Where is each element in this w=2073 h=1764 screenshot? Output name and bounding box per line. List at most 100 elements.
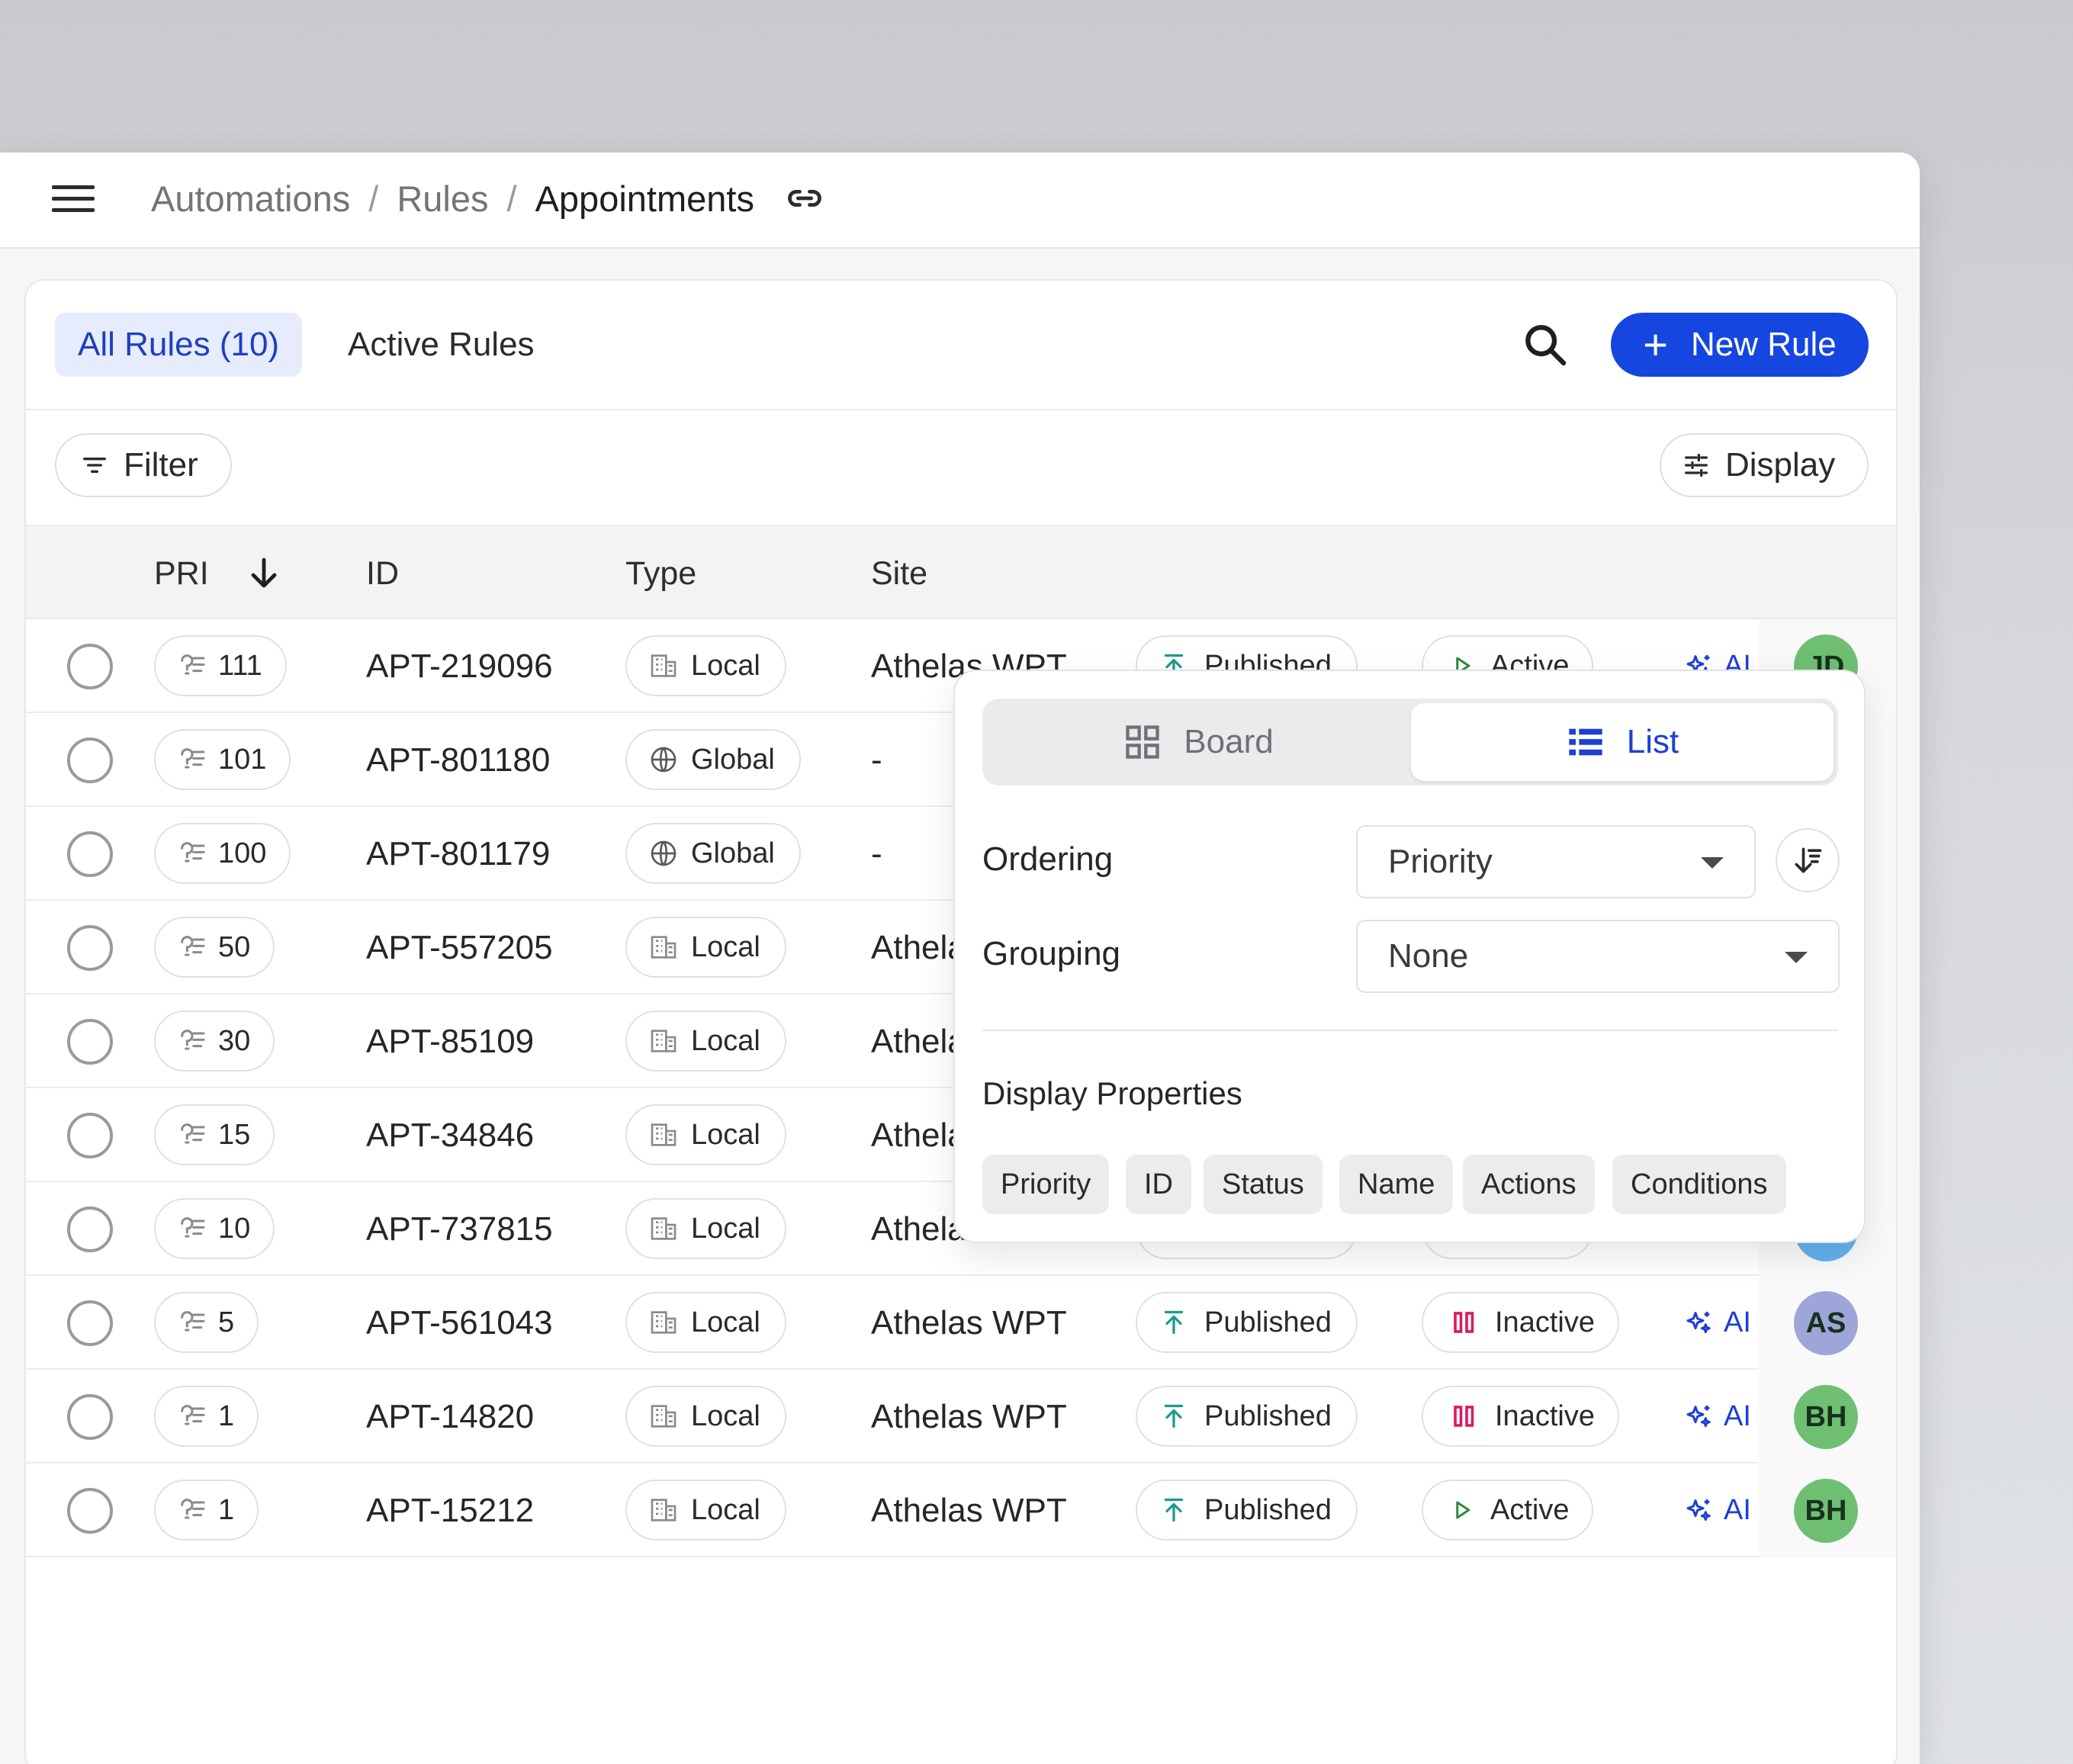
property-chip[interactable]: ID bbox=[1126, 1155, 1191, 1214]
header-site[interactable]: Site bbox=[871, 526, 927, 621]
tab-all-rules[interactable]: All Rules (10) bbox=[55, 313, 303, 377]
row-checkbox[interactable] bbox=[67, 1019, 113, 1065]
row-checkbox[interactable] bbox=[67, 1300, 113, 1346]
rule-id[interactable]: APT-737815 bbox=[366, 1182, 553, 1276]
ordering-select[interactable]: Priority bbox=[1356, 825, 1756, 898]
rule-id[interactable]: APT-219096 bbox=[366, 619, 553, 713]
grouping-value: None bbox=[1388, 937, 1469, 975]
priority-badge[interactable]: 101 bbox=[154, 729, 291, 790]
priority-badge[interactable]: 100 bbox=[154, 823, 291, 884]
type-label: Global bbox=[691, 837, 775, 869]
avatar[interactable]: BH bbox=[1794, 1479, 1858, 1543]
property-chip[interactable]: Conditions bbox=[1612, 1155, 1786, 1214]
breadcrumb-rules[interactable]: Rules bbox=[397, 178, 488, 220]
header-id[interactable]: ID bbox=[366, 526, 399, 621]
menu-icon[interactable] bbox=[52, 178, 95, 220]
property-chip[interactable]: Name bbox=[1339, 1155, 1454, 1214]
property-chip[interactable]: Status bbox=[1204, 1155, 1323, 1214]
rule-id[interactable]: APT-801179 bbox=[366, 807, 550, 901]
view-list-button[interactable]: List bbox=[1411, 703, 1834, 781]
table-row[interactable]: 5 APT-561043 Local Athelas WPT Published Inac… bbox=[26, 1276, 1896, 1370]
grouping-select[interactable]: None bbox=[1356, 920, 1840, 993]
tab-active-rules[interactable]: Active Rules bbox=[325, 313, 558, 377]
priority-badge[interactable]: 15 bbox=[154, 1104, 275, 1165]
priority-badge[interactable]: 30 bbox=[154, 1011, 275, 1072]
property-chip[interactable]: Priority bbox=[982, 1155, 1110, 1214]
rule-id[interactable]: APT-561043 bbox=[366, 1276, 553, 1370]
breadcrumb-current: Appointments bbox=[535, 178, 754, 219]
type-badge: Local bbox=[625, 917, 786, 978]
chevron-down-icon bbox=[1785, 952, 1808, 963]
header-type[interactable]: Type bbox=[625, 526, 696, 621]
ai-button[interactable]: AI bbox=[1684, 1276, 1751, 1370]
rule-id[interactable]: APT-85109 bbox=[366, 994, 534, 1088]
property-chip[interactable]: Actions bbox=[1463, 1155, 1595, 1214]
row-checkbox[interactable] bbox=[67, 1113, 113, 1158]
priority-badge[interactable]: 5 bbox=[154, 1292, 259, 1353]
row-checkbox[interactable] bbox=[67, 1394, 113, 1440]
table-row[interactable]: 1 APT-15212 Local Athelas WPT Published Activ… bbox=[26, 1464, 1896, 1557]
type-label: Local bbox=[691, 649, 760, 682]
priority-badge[interactable]: 1 bbox=[154, 1480, 259, 1541]
priority-badge[interactable]: 10 bbox=[154, 1198, 275, 1259]
sort-direction-button[interactable] bbox=[1776, 828, 1840, 892]
status-badge: Published bbox=[1136, 1480, 1358, 1541]
new-rule-button[interactable]: + New Rule bbox=[1611, 313, 1869, 377]
avatar[interactable]: AS bbox=[1794, 1291, 1858, 1355]
rule-id[interactable]: APT-34846 bbox=[366, 1088, 534, 1182]
search-icon[interactable] bbox=[1521, 320, 1570, 369]
row-checkbox[interactable] bbox=[67, 831, 113, 877]
app-window: Automations / Rules / Appointments All R… bbox=[0, 153, 1920, 1764]
grouping-label: Grouping bbox=[982, 935, 1121, 972]
rule-id[interactable]: APT-801180 bbox=[366, 713, 550, 807]
link-icon[interactable] bbox=[785, 178, 824, 218]
view-toggle: Board List bbox=[982, 699, 1838, 786]
state-badge[interactable]: Inactive bbox=[1422, 1386, 1619, 1447]
priority-icon bbox=[181, 1030, 205, 1050]
avatar[interactable]: BH bbox=[1794, 1385, 1858, 1449]
rule-id[interactable]: APT-15212 bbox=[366, 1464, 534, 1557]
state-badge[interactable]: Active bbox=[1422, 1480, 1594, 1541]
breadcrumb-separator: / bbox=[506, 178, 517, 219]
row-checkbox[interactable] bbox=[67, 1207, 113, 1252]
rule-id[interactable]: APT-14820 bbox=[366, 1370, 534, 1464]
display-button[interactable]: Display bbox=[1660, 433, 1869, 497]
table-row[interactable]: 1 APT-14820 Local Athelas WPT Published Inact… bbox=[26, 1370, 1896, 1464]
publish-icon bbox=[1164, 1404, 1184, 1428]
chevron-down-icon bbox=[1701, 857, 1724, 869]
priority-badge[interactable]: 111 bbox=[154, 635, 287, 696]
type-label: Local bbox=[691, 1212, 760, 1245]
row-checkbox[interactable] bbox=[67, 644, 113, 689]
priority-icon bbox=[181, 1217, 205, 1238]
priority-value: 111 bbox=[218, 649, 262, 682]
priority-value: 10 bbox=[218, 1212, 251, 1245]
row-checkbox[interactable] bbox=[67, 925, 113, 971]
divider bbox=[982, 1030, 1838, 1031]
priority-value: 50 bbox=[218, 930, 251, 963]
priority-badge[interactable]: 50 bbox=[154, 917, 275, 978]
priority-icon bbox=[181, 842, 205, 863]
ai-button[interactable]: AI bbox=[1684, 1370, 1751, 1464]
sparkle-icon bbox=[1686, 1311, 1711, 1333]
type-badge: Global bbox=[625, 729, 801, 790]
row-checkbox[interactable] bbox=[67, 737, 113, 783]
state-badge[interactable]: Inactive bbox=[1422, 1292, 1619, 1353]
display-properties-title: Display Properties bbox=[982, 1075, 1242, 1111]
priority-icon bbox=[181, 1405, 205, 1425]
type-label: Local bbox=[691, 930, 760, 963]
site-cell: - bbox=[871, 834, 882, 872]
ai-button[interactable]: AI bbox=[1684, 1464, 1751, 1557]
top-bar: Automations / Rules / Appointments bbox=[0, 153, 1920, 249]
breadcrumb-automations[interactable]: Automations bbox=[151, 178, 350, 220]
pause-icon bbox=[1454, 1406, 1474, 1427]
view-board-button[interactable]: Board bbox=[987, 703, 1409, 781]
priority-badge[interactable]: 1 bbox=[154, 1386, 259, 1447]
header-pri[interactable]: PRI bbox=[154, 526, 209, 621]
table-header: PRI ID Type Site bbox=[26, 525, 1896, 619]
type-badge: Local bbox=[625, 1480, 786, 1541]
rule-id[interactable]: APT-557205 bbox=[366, 901, 553, 994]
filter-button[interactable]: Filter bbox=[55, 433, 232, 497]
type-label: Local bbox=[691, 1493, 760, 1526]
arrow-down-icon[interactable] bbox=[246, 555, 282, 592]
row-checkbox[interactable] bbox=[67, 1488, 113, 1534]
